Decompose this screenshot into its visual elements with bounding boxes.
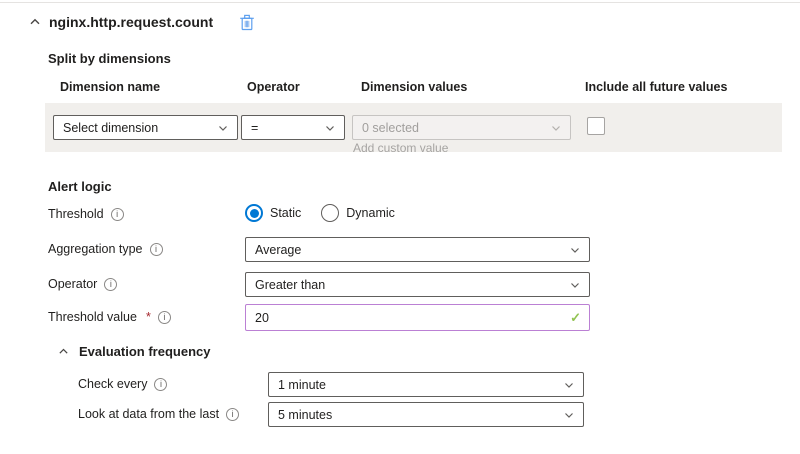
chevron-up-icon: [58, 346, 69, 357]
radio-static[interactable]: Static: [245, 204, 301, 222]
info-icon[interactable]: i: [111, 208, 124, 221]
check-every-dropdown-value: 1 minute: [278, 378, 326, 392]
column-header-dimension-name: Dimension name: [60, 80, 160, 94]
dimension-operator-dropdown[interactable]: =: [241, 115, 345, 140]
chevron-down-icon: [569, 244, 581, 256]
threshold-value-input[interactable]: 20 ✓: [245, 304, 590, 331]
chevron-down-icon: [217, 122, 229, 134]
threshold-radio-group: Static Dynamic: [245, 204, 395, 222]
metric-title: nginx.http.request.count: [49, 14, 213, 30]
dimension-name-dropdown-value: Select dimension: [63, 121, 158, 135]
info-icon[interactable]: i: [104, 278, 117, 291]
dimension-values-dropdown[interactable]: 0 selected: [352, 115, 571, 140]
threshold-value-text: 20: [255, 311, 269, 325]
radio-dynamic[interactable]: Dynamic: [321, 204, 395, 222]
split-by-dimensions-heading: Split by dimensions: [48, 51, 171, 66]
top-divider: [0, 2, 800, 3]
chevron-down-icon: [324, 122, 336, 134]
info-icon[interactable]: i: [158, 311, 171, 324]
include-future-values-checkbox[interactable]: [587, 117, 605, 135]
alert-logic-heading: Alert logic: [48, 179, 112, 194]
chevron-up-icon: [29, 16, 41, 28]
aggregation-type-dropdown[interactable]: Average: [245, 237, 590, 262]
evaluation-frequency-heading: Evaluation frequency: [79, 344, 210, 359]
info-icon[interactable]: i: [226, 408, 239, 421]
lookback-dropdown[interactable]: 5 minutes: [268, 402, 584, 427]
radio-dynamic-label: Dynamic: [346, 206, 395, 220]
info-icon[interactable]: i: [150, 243, 163, 256]
threshold-label: Threshold i: [48, 207, 124, 221]
aggregation-type-dropdown-value: Average: [255, 243, 301, 257]
column-header-operator: Operator: [247, 80, 300, 94]
info-icon[interactable]: i: [154, 378, 167, 391]
radio-static-label: Static: [270, 206, 301, 220]
chevron-down-icon: [550, 122, 562, 134]
required-marker: *: [146, 310, 151, 324]
trash-icon: [239, 14, 255, 31]
dimension-name-dropdown[interactable]: Select dimension: [53, 115, 238, 140]
evaluation-frequency-header: Evaluation frequency: [55, 343, 210, 359]
aggregation-type-label: Aggregation type i: [48, 242, 163, 256]
check-every-dropdown[interactable]: 1 minute: [268, 372, 584, 397]
check-every-label: Check every i: [78, 377, 167, 391]
dimension-values-dropdown-value: 0 selected: [362, 121, 419, 135]
operator-dropdown-value: Greater than: [255, 278, 325, 292]
chevron-down-icon: [563, 379, 575, 391]
delete-metric-button[interactable]: [237, 12, 257, 32]
metric-header: nginx.http.request.count: [27, 12, 257, 32]
lookback-label: Look at data from the last i: [78, 407, 239, 421]
operator-dropdown[interactable]: Greater than: [245, 272, 590, 297]
chevron-down-icon: [569, 279, 581, 291]
alert-condition-panel: nginx.http.request.count Split by dimens…: [0, 0, 800, 454]
collapse-evaluation-button[interactable]: [55, 343, 71, 359]
column-header-dimension-values: Dimension values: [361, 80, 467, 94]
dimension-operator-dropdown-value: =: [251, 121, 258, 135]
operator-label: Operator i: [48, 277, 117, 291]
add-custom-value-link[interactable]: Add custom value: [353, 141, 448, 155]
threshold-value-label: Threshold value * i: [48, 310, 171, 324]
column-header-include-future: Include all future values: [585, 80, 727, 94]
chevron-down-icon: [563, 409, 575, 421]
radio-icon: [245, 204, 263, 222]
check-icon: ✓: [570, 310, 581, 326]
lookback-dropdown-value: 5 minutes: [278, 408, 332, 422]
radio-icon: [321, 204, 339, 222]
collapse-metric-button[interactable]: [27, 14, 43, 30]
